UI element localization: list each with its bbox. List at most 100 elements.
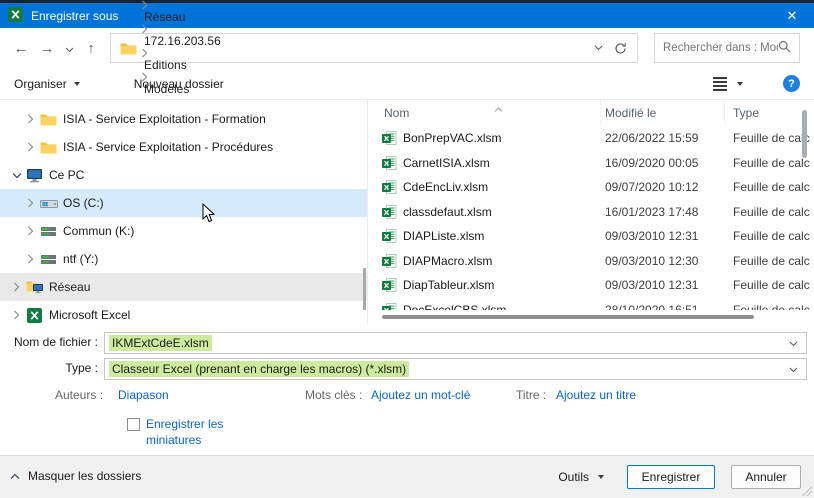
view-list-icon[interactable] (713, 77, 727, 91)
file-modified-date: 28/10/2020 16:51 (601, 303, 725, 310)
chevron-down-icon[interactable] (8, 172, 25, 179)
file-type: Feuille de calc (725, 229, 814, 243)
filetype-select[interactable]: Classeur Excel (prenant en charge les ma… (104, 358, 807, 380)
sidebar-item-label: Commun (K:) (63, 224, 134, 238)
view-caret-icon[interactable] (737, 82, 743, 86)
sidebar-item-ntf-y-[interactable]: ntf (Y:) (0, 245, 367, 273)
chevron-right-icon[interactable] (22, 254, 39, 264)
close-button[interactable]: ✕ (770, 3, 814, 28)
network-drive-icon (39, 225, 58, 238)
help-button[interactable]: ? (783, 75, 800, 92)
chevron-down-icon[interactable] (789, 336, 798, 350)
file-name: CarnetISIA.xlsm (403, 156, 490, 170)
new-folder-button[interactable]: Nouveau dossier (134, 77, 224, 91)
cancel-button[interactable]: Annuler (731, 465, 801, 489)
sidebar-item-label: Ce PC (49, 168, 84, 182)
file-list-vertical-scrollbar[interactable] (802, 110, 807, 158)
chevron-down-icon[interactable] (789, 362, 798, 376)
chevron-right-icon[interactable] (22, 142, 39, 152)
save-thumbnails-checkbox[interactable] (127, 418, 140, 431)
file-type: Feuille de calc (725, 278, 814, 292)
tools-dropdown[interactable]: Outils (558, 470, 604, 484)
file-list-panel: Nom Modifié le Type BonPrepVAC.xlsm22/06… (368, 100, 814, 325)
file-row[interactable]: DiapTableur.xlsm09/03/2010 12:31Feuille … (368, 273, 814, 298)
chevron-right-icon[interactable] (22, 226, 39, 236)
save-form-area: Nom de fichier : IKMExtCdeE.xlsm Type : … (0, 325, 814, 455)
sidebar-scrollbar[interactable] (363, 268, 366, 310)
breadcrumb-separator-icon[interactable] (139, 48, 226, 58)
column-header-type[interactable]: Type (725, 106, 814, 120)
sidebar-item-label: ntf (Y:) (63, 252, 98, 266)
command-toolbar: Organiser Nouveau dossier ? (0, 68, 814, 100)
excel-file-icon (382, 229, 397, 243)
file-name: CdeEncLiv.xlsm (403, 180, 488, 194)
authors-value[interactable]: Diapason (118, 388, 169, 402)
file-row[interactable]: CdeEncLiv.xlsm09/07/2020 10:12Feuille de… (368, 175, 814, 200)
sidebar-item-label: Microsoft Excel (49, 308, 130, 322)
breadcrumb-separator-icon[interactable] (139, 24, 226, 34)
file-list-horizontal-scrollbar[interactable] (382, 315, 754, 319)
sidebar-item-microsoft-excel[interactable]: Microsoft Excel (0, 301, 367, 325)
recent-locations-button[interactable] (60, 35, 78, 61)
tags-add-link[interactable]: Ajoutez un mot-clé (371, 388, 470, 402)
search-icon (778, 40, 791, 56)
sidebar-item-os-c-[interactable]: OS (C:) (0, 189, 367, 217)
caret-down-icon (74, 82, 80, 86)
refresh-button[interactable] (609, 42, 631, 55)
breadcrumb-item[interactable]: Réseau (139, 10, 190, 24)
sidebar-item-ce-pc[interactable]: Ce PC (0, 161, 367, 189)
tools-label: Outils (558, 470, 589, 484)
chevron-right-icon[interactable] (8, 310, 25, 320)
file-row[interactable]: DIAPMacro.xlsm09/03/2010 12:30Feuille de… (368, 249, 814, 274)
up-button[interactable]: ↑ (78, 35, 104, 61)
excel-file-icon (382, 131, 397, 145)
forward-icon: → (40, 40, 55, 57)
file-row[interactable]: DocExcelCBS.xlsm28/10/2020 16:51Feuille … (368, 298, 814, 311)
resize-grip[interactable] (802, 486, 812, 496)
sidebar-item-label: OS (C:) (63, 196, 104, 210)
window-titlebar: Enregistrer sous ✕ (0, 3, 814, 28)
column-header-name[interactable]: Nom (368, 100, 601, 126)
sidebar-item-isia-service-exploitation-proc-dures[interactable]: ISIA - Service Exploitation - Procédures (0, 133, 367, 161)
back-button[interactable]: ← (8, 35, 34, 61)
tags-label: Mots clés : (305, 388, 362, 402)
forward-button[interactable]: → (34, 35, 60, 61)
title-add-link[interactable]: Ajoutez un titre (556, 388, 636, 402)
file-row[interactable]: CarnetISIA.xlsm16/09/2020 00:05Feuille d… (368, 151, 814, 176)
hide-folders-label: Masquer les dossiers (28, 469, 141, 483)
save-button[interactable]: Enregistrer (627, 465, 715, 489)
sidebar-item-label: Réseau (49, 280, 90, 294)
chevron-down-icon (65, 40, 74, 57)
excel-file-icon (382, 156, 397, 170)
dialog-footer: Masquer les dossiers Outils Enregistrer … (0, 455, 814, 498)
file-name: DocExcelCBS.xlsm (403, 303, 506, 310)
file-row[interactable]: classdefaut.xlsm16/01/2023 17:48Feuille … (368, 200, 814, 225)
sidebar-item-commun-k-[interactable]: Commun (K:) (0, 217, 367, 245)
sidebar-item-isia-service-exploitation-formation[interactable]: ISIA - Service Exploitation - Formation (0, 105, 367, 133)
file-modified-date: 09/03/2010 12:31 (601, 229, 725, 243)
title-label: Titre : (516, 388, 546, 402)
filetype-label: Type : (0, 361, 98, 375)
address-bar[interactable]: Réseau172.16.203.56EditionsModeles (110, 33, 638, 63)
search-input[interactable]: Rechercher dans : Modeles (663, 42, 778, 54)
hide-folders-button[interactable]: Masquer les dossiers (10, 469, 141, 483)
breadcrumb-item[interactable]: Editions (139, 58, 192, 72)
filename-input[interactable]: IKMExtCdeE.xlsm (104, 332, 807, 354)
sidebar-item-r-seau[interactable]: Réseau (0, 273, 367, 301)
excel-file-icon (382, 205, 397, 219)
chevron-right-icon[interactable] (8, 282, 25, 292)
window-title: Enregistrer sous (31, 9, 118, 23)
filename-label: Nom de fichier : (0, 335, 98, 349)
column-header-modified[interactable]: Modifié le (601, 100, 725, 126)
breadcrumb-item[interactable]: 172.16.203.56 (139, 34, 226, 48)
file-row[interactable]: DIAPListe.xlsm09/03/2010 12:31Feuille de… (368, 224, 814, 249)
address-dropdown-button[interactable] (587, 45, 609, 51)
file-list-body: BonPrepVAC.xlsm22/06/2022 15:59Feuille d… (368, 126, 814, 310)
file-row[interactable]: BonPrepVAC.xlsm22/06/2022 15:59Feuille d… (368, 126, 814, 151)
close-icon: ✕ (787, 8, 798, 24)
breadcrumb-separator-icon[interactable] (139, 0, 226, 10)
chevron-right-icon[interactable] (22, 198, 39, 208)
organize-button[interactable]: Organiser (14, 77, 80, 91)
search-box[interactable]: Rechercher dans : Modeles (654, 33, 800, 63)
chevron-right-icon[interactable] (22, 114, 39, 124)
